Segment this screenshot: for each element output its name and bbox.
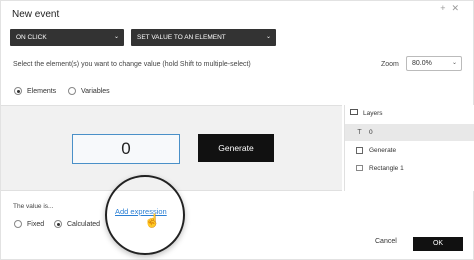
radio-fixed-label: Fixed <box>27 220 45 228</box>
value-text-element[interactable]: 0 <box>72 134 180 164</box>
rectangle-icon <box>356 165 363 171</box>
window-controls: +✕ <box>440 3 465 14</box>
radio-indicator[interactable] <box>68 87 76 95</box>
zoom-select[interactable]: 80.0% ⌄ <box>406 56 462 71</box>
layers-panel: Layers T 0 Generate Rectangle 1 <box>344 105 474 191</box>
cancel-button[interactable]: Cancel <box>375 238 397 245</box>
radio-indicator[interactable] <box>54 220 62 228</box>
pointer-hand-icon: ☝ <box>144 213 161 228</box>
chevron-down-icon: ⌄ <box>451 60 457 66</box>
text-icon: T <box>357 129 362 136</box>
radio-variables[interactable]: Variables <box>68 87 110 95</box>
action-select-value: SET VALUE TO AN ELEMENT <box>137 34 226 41</box>
layer-label: 0 <box>369 129 373 136</box>
radio-variables-label: Variables <box>81 87 110 95</box>
generate-button[interactable]: Generate <box>198 134 274 162</box>
trigger-select-value: ON CLICK <box>16 34 47 41</box>
trigger-select[interactable]: ON CLICK ⌄ <box>10 29 124 46</box>
radio-fixed[interactable]: Fixed <box>14 220 44 228</box>
zoom-label: Zoom <box>381 61 399 68</box>
chevron-down-icon: ⌄ <box>265 34 271 40</box>
layers-title: Layers <box>363 110 383 117</box>
layers-header: Layers <box>345 105 474 122</box>
new-event-dialog: New event +✕ ON CLICK ⌄ SET VALUE TO AN … <box>0 0 474 260</box>
radio-calculated[interactable]: Calculated <box>54 220 100 228</box>
chevron-down-icon: ⌄ <box>113 34 119 40</box>
monitor-icon <box>350 109 358 115</box>
ok-button[interactable]: OK <box>413 237 463 251</box>
radio-calculated-label: Calculated <box>67 220 101 228</box>
instruction-text: Select the element(s) you want to change… <box>13 61 251 68</box>
plus-icon[interactable]: + <box>440 3 451 13</box>
value-is-label: The value is... <box>13 203 54 210</box>
layer-label: Rectangle 1 <box>369 165 404 172</box>
layer-label: Generate <box>369 147 397 154</box>
layer-item[interactable]: Rectangle 1 <box>345 160 474 177</box>
radio-indicator[interactable] <box>14 87 22 95</box>
action-select[interactable]: SET VALUE TO AN ELEMENT ⌄ <box>131 29 276 46</box>
zoom-value: 80.0% <box>412 60 432 67</box>
close-icon[interactable]: ✕ <box>451 3 465 13</box>
image-icon <box>356 147 363 154</box>
radio-elements-label: Elements <box>27 87 57 95</box>
layer-item[interactable]: Generate <box>345 142 474 159</box>
radio-indicator[interactable] <box>14 220 22 228</box>
radio-elements[interactable]: Elements <box>14 87 56 95</box>
element-canvas: 0 Generate <box>1 105 342 191</box>
layer-item[interactable]: T 0 <box>345 124 474 141</box>
dialog-title: New event <box>12 9 60 20</box>
